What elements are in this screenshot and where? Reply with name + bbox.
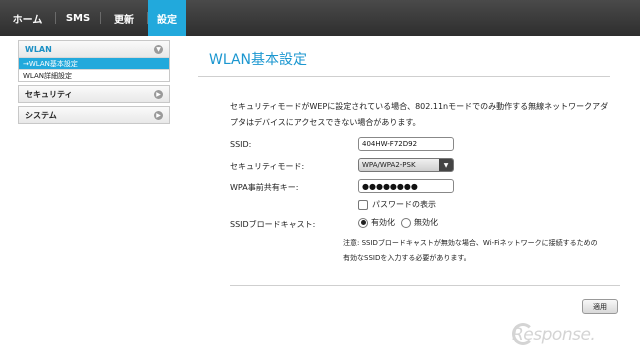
psk-label: WPA事前共有キー: (230, 183, 299, 192)
sidebar-item-wlan[interactable]: WLAN ▼ (19, 41, 169, 57)
psk-password-input[interactable]: ●●●●●●●● (358, 179, 454, 193)
sidebar-group-wlan: WLAN ▼ →WLAN基本設定 WLAN詳細設定 (18, 40, 170, 82)
security-mode-value: WPA/WPA2-PSK (362, 161, 416, 169)
security-mode-label: セキュリティモード: (230, 162, 305, 171)
sidebar-item-security[interactable]: セキュリティ ▶ (19, 86, 169, 102)
show-password-label: パスワードの表示 (372, 200, 436, 209)
sidebar: WLAN ▼ →WLAN基本設定 WLAN詳細設定 セキュリティ ▶ システム … (18, 40, 170, 127)
tab-update[interactable]: 更新 (101, 0, 147, 36)
broadcast-disable-radio[interactable] (401, 217, 411, 228)
main-content: WLAN基本設定 セキュリティモードがWEPに設定されている場合、802.11n… (198, 40, 630, 131)
broadcast-enable-radio[interactable] (358, 217, 368, 228)
ssid-label: SSID: (230, 140, 252, 149)
sidebar-item-label: WLAN (25, 44, 52, 54)
ssid-broadcast-label: SSIDブロードキャスト: (230, 220, 316, 229)
broadcast-enable-label: 有効化 (371, 218, 395, 227)
dropdown-arrow-icon: ▼ (439, 159, 453, 171)
chevron-right-icon: ▶ (154, 89, 163, 99)
ssid-input[interactable]: 404HW-F72D92 (358, 137, 454, 151)
security-mode-select[interactable]: WPA/WPA2-PSK ▼ (358, 158, 454, 172)
apply-button[interactable]: 適用 (582, 299, 618, 314)
tab-home[interactable]: ホーム (0, 0, 55, 36)
broadcast-disable-label: 無効化 (414, 218, 438, 227)
sidebar-item-system[interactable]: システム ▶ (19, 107, 169, 123)
sidebar-item-label: システム (25, 110, 57, 120)
form-divider (230, 285, 620, 286)
page-title: WLAN基本設定 (209, 52, 308, 68)
sidebar-group-security: セキュリティ ▶ (18, 85, 170, 103)
sidebar-item-label: セキュリティ (25, 89, 73, 99)
broadcast-note: 注意: SSIDブロードキャストが無効な場合、Wi-Fiネットワークに接続するた… (343, 239, 598, 262)
tab-sms[interactable]: SMS (56, 0, 100, 36)
tab-settings[interactable]: 設定 (148, 0, 186, 36)
chevron-down-icon: ▼ (154, 44, 163, 54)
top-navigation: ホーム SMS 更新 設定 (0, 0, 640, 36)
show-password-checkbox[interactable] (358, 199, 368, 210)
chevron-right-icon: ▶ (154, 110, 163, 120)
sidebar-group-system: システム ▶ (18, 106, 170, 124)
sidebar-item-wlan-advanced[interactable]: WLAN詳細設定 (19, 69, 169, 81)
page-description: セキュリティモードがWEPに設定されている場合、802.11nモードでのみ動作す… (230, 102, 609, 127)
title-divider (198, 76, 610, 77)
watermark: Response. (512, 325, 596, 345)
sidebar-item-wlan-basic[interactable]: →WLAN基本設定 (19, 57, 169, 69)
